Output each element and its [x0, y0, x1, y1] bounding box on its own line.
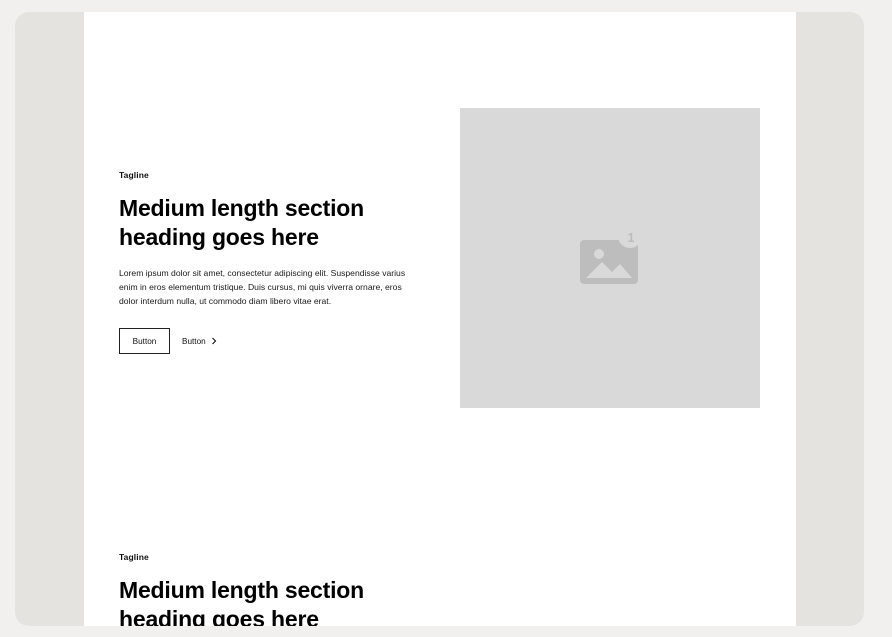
secondary-button-label: Button [182, 336, 206, 346]
header-section-content: Tagline Medium length section heading go… [119, 170, 419, 354]
tagline: Tagline [119, 170, 149, 180]
second-section-content: Tagline Medium length section heading go… [119, 552, 419, 626]
section-heading: Medium length section heading goes here [119, 194, 419, 252]
heading-line-1: Medium length section [119, 195, 364, 221]
image-placeholder: 1 [460, 108, 760, 408]
body-text: Lorem ipsum dolor sit amet, consectetur … [119, 268, 406, 306]
heading-line-2: heading goes here [119, 224, 319, 250]
primary-button[interactable]: Button [119, 328, 170, 354]
page-canvas: Tagline Medium length section heading go… [84, 12, 796, 626]
section-heading: Medium length section heading goes here [119, 576, 419, 626]
tagline: Tagline [119, 552, 149, 562]
heading-line-2: heading goes here [119, 606, 319, 626]
secondary-link-button[interactable]: Button [182, 337, 217, 346]
heading-line-1: Medium length section [119, 577, 364, 603]
image-placeholder-icon: 1 [580, 230, 642, 284]
preview-frame: Tagline Medium length section heading go… [15, 12, 864, 626]
button-group: Button Button [119, 328, 419, 354]
chevron-right-icon [211, 337, 216, 345]
image-badge-number: 1 [627, 230, 634, 245]
